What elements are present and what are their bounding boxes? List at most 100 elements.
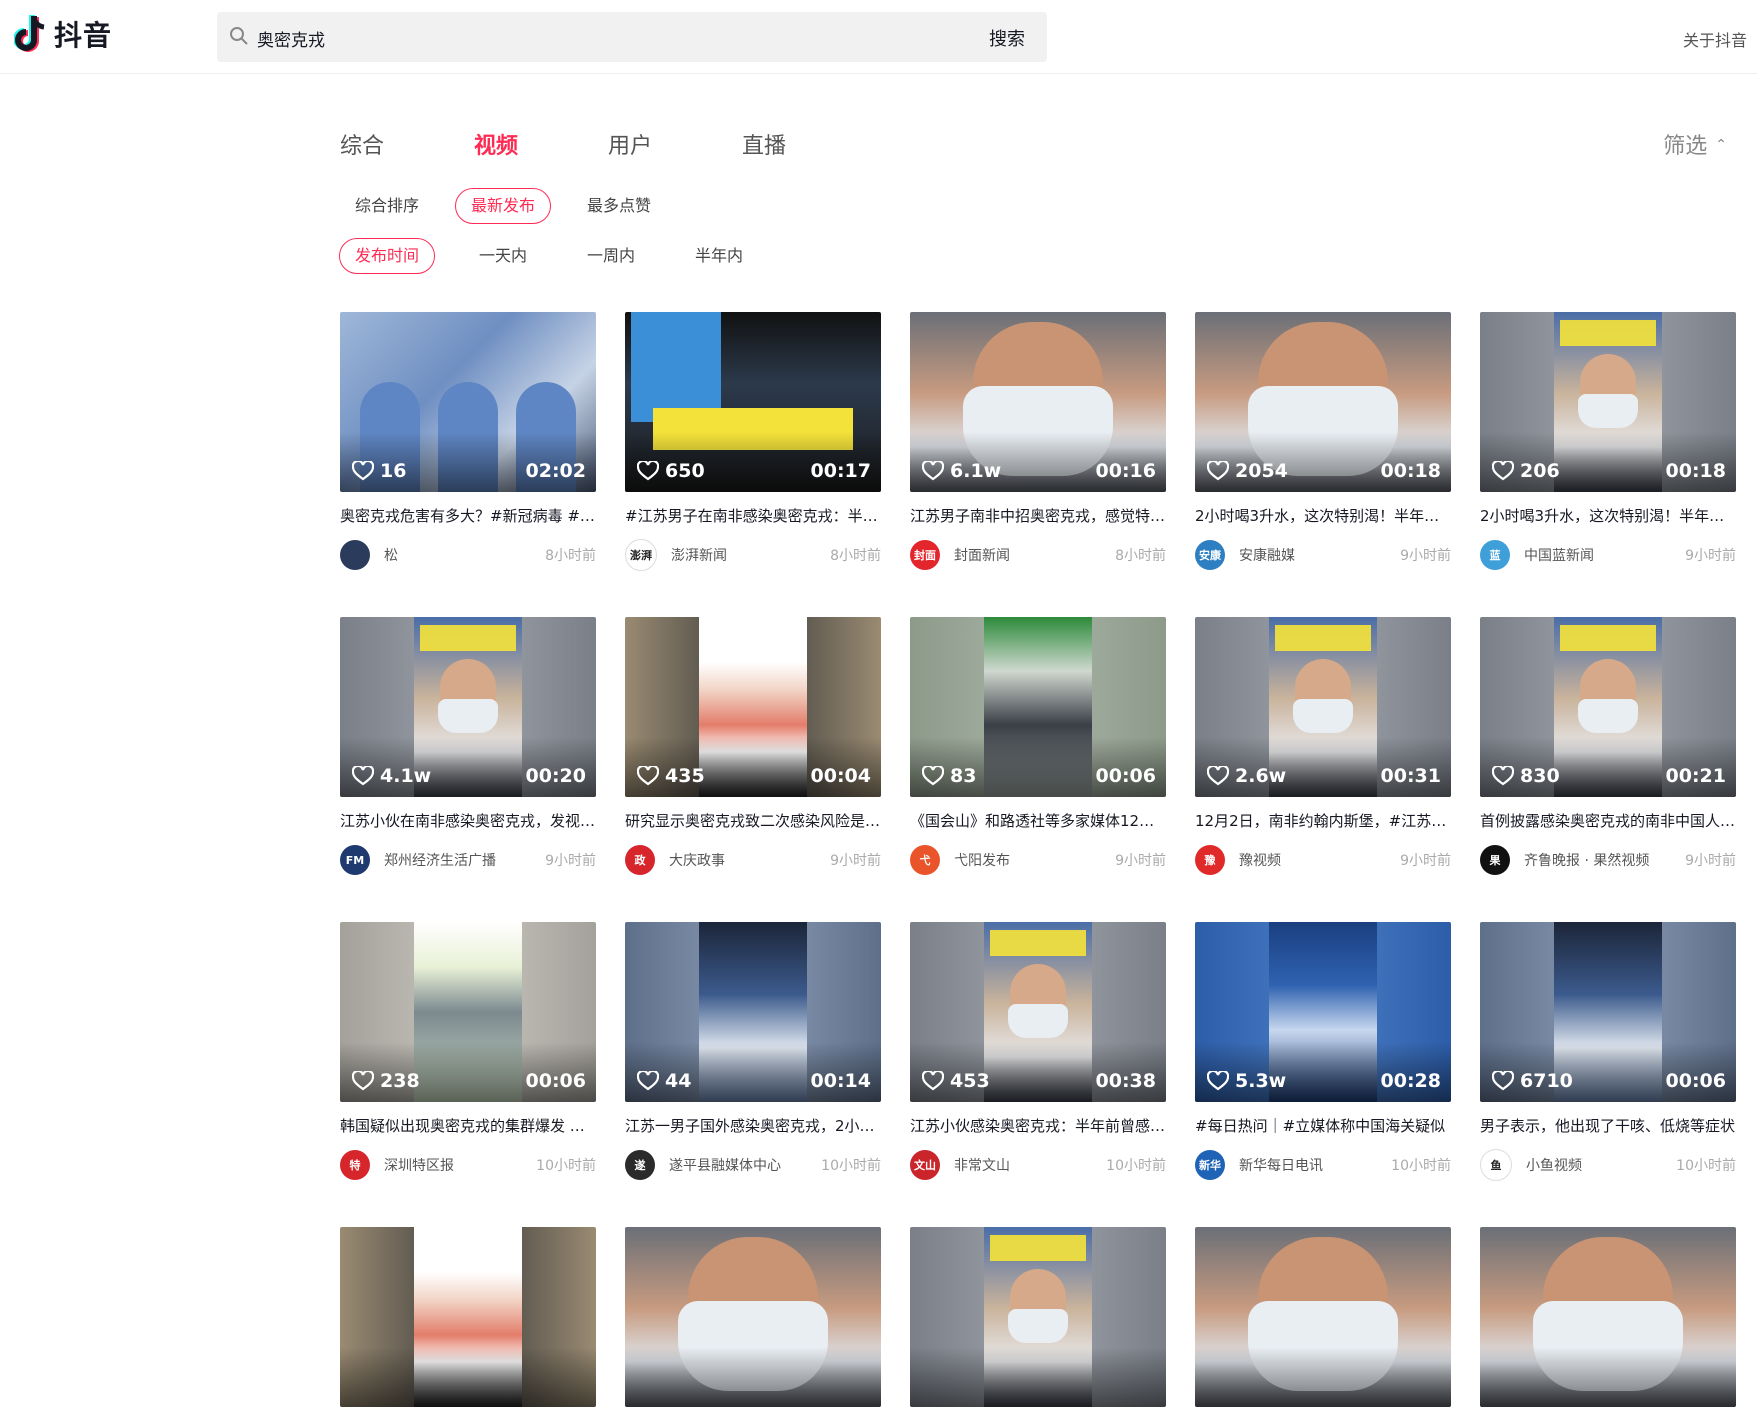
video-card[interactable] <box>1195 1227 1451 1407</box>
video-title[interactable]: 奥密克戎危害有多大？#新冠病毒 #奥密克戎 <box>340 505 596 526</box>
video-title[interactable]: 2小时喝3升水，这次特别渴！半年前曾感染 <box>1195 505 1451 526</box>
tab-3[interactable]: 直播 <box>742 128 876 160</box>
author-name[interactable]: 澎湃新闻 <box>671 545 727 565</box>
author-avatar[interactable]: FM <box>340 845 370 875</box>
video-title[interactable]: 江苏一男子国外感染奥密克戎，2小时喝3升水 <box>625 1115 881 1136</box>
video-card[interactable]: 435 00:04 研究显示奥密克戎致二次感染风险是德尔塔3倍政大庆政事 9小时前 <box>625 617 881 875</box>
video-card[interactable]: 83 00:06 《国会山》和路透社等多家媒体12月报道弋弋阳发布 9小时前 <box>910 617 1166 875</box>
author-avatar[interactable]: 澎湃 <box>625 539 657 571</box>
video-card[interactable]: 16 02:02 奥密克戎危害有多大？#新冠病毒 #奥密克戎松 8小时前 <box>340 312 596 570</box>
author-name[interactable]: 郑州经济生活广播 <box>384 850 496 870</box>
tab-2[interactable]: 用户 <box>608 128 742 160</box>
video-title[interactable]: 《国会山》和路透社等多家媒体12月报道 <box>910 810 1166 831</box>
author-name[interactable]: 齐鲁晚报 · 果然视频 <box>1524 850 1649 870</box>
author-avatar[interactable]: 鱼 <box>1480 1149 1512 1181</box>
author-avatar[interactable]: 遂 <box>625 1150 655 1180</box>
video-thumbnail[interactable]: 206 00:18 <box>1480 312 1736 492</box>
video-title[interactable]: 男子表示，他出现了干咳、低烧等症状 <box>1480 1115 1736 1136</box>
time_options-chip-0[interactable]: 发布时间 <box>339 238 436 274</box>
author-name[interactable]: 中国蓝新闻 <box>1524 545 1594 565</box>
sort_options-chip-1[interactable]: 最新发布 <box>455 188 552 224</box>
author-name[interactable]: 松 <box>384 545 398 565</box>
video-thumbnail[interactable]: 44 00:14 <box>625 922 881 1102</box>
video-card[interactable]: 6.1w 00:16 江苏男子南非中招奥密克戎，感觉特别渴 封面 封面新闻 8小时前 <box>910 312 1166 570</box>
video-thumbnail[interactable] <box>910 1227 1166 1407</box>
video-card[interactable]: 830 00:21 首例披露感染奥密克戎的南非中国人讲述果齐鲁晚报 · 果然视频 9小… <box>1480 617 1736 875</box>
about-douyin-link[interactable]: 关于抖音 <box>1683 27 1747 51</box>
author-avatar[interactable]: 蓝 <box>1480 540 1510 570</box>
video-thumbnail[interactable]: 453 00:38 <box>910 922 1166 1102</box>
search-button[interactable]: 搜索 <box>989 25 1025 51</box>
author-avatar[interactable]: 特 <box>340 1150 370 1180</box>
video-title[interactable]: 研究显示奥密克戎致二次感染风险是德尔塔3倍 <box>625 810 881 831</box>
filter-toggle[interactable]: 筛选 ⌃ <box>1663 128 1727 160</box>
video-card[interactable]: 453 00:38 江苏小伙感染奥密克戎：半年前曾感染过新冠文山非常文山 10小时前 <box>910 922 1166 1180</box>
video-thumbnail[interactable]: 2.6w 00:31 <box>1195 617 1451 797</box>
author-avatar[interactable]: 封面 <box>910 540 940 570</box>
video-card[interactable] <box>625 1227 881 1407</box>
video-card[interactable] <box>910 1227 1166 1407</box>
author-name[interactable]: 深圳特区报 <box>384 1155 454 1175</box>
video-thumbnail[interactable]: 6.1w 00:16 <box>910 312 1166 492</box>
author-avatar[interactable]: 豫 <box>1195 845 1225 875</box>
author-name[interactable]: 遂平县融媒体中心 <box>669 1155 781 1175</box>
video-thumbnail[interactable]: 5.3w 00:28 <box>1195 922 1451 1102</box>
author-name[interactable]: 小鱼视频 <box>1526 1155 1582 1175</box>
video-thumbnail[interactable]: 16 02:02 <box>340 312 596 492</box>
video-card[interactable]: 4.1w 00:20 江苏小伙在南非感染奥密克戎，发视频讲述 FM 郑州经济生活广播 9小… <box>340 617 596 875</box>
video-card[interactable]: 6710 00:06 男子表示，他出现了干咳、低烧等症状鱼小鱼视频 10小时前 <box>1480 922 1736 1181</box>
author-avatar[interactable]: 安康 <box>1195 540 1225 570</box>
sort_options-chip-2[interactable]: 最多点赞 <box>571 188 667 224</box>
video-card[interactable] <box>1480 1227 1736 1407</box>
video-thumbnail[interactable]: 83 00:06 <box>910 617 1166 797</box>
video-thumbnail[interactable]: 830 00:21 <box>1480 617 1736 797</box>
tab-0[interactable]: 综合 <box>340 128 474 160</box>
video-thumbnail[interactable]: 435 00:04 <box>625 617 881 797</box>
sort_options-chip-0[interactable]: 综合排序 <box>339 188 435 224</box>
author-avatar[interactable] <box>340 540 370 570</box>
video-card[interactable]: 2054 00:18 2小时喝3升水，这次特别渴！半年前曾感染安康安康融媒 9小时前 <box>1195 312 1451 570</box>
video-card[interactable] <box>340 1227 596 1407</box>
video-thumbnail[interactable]: 650 00:17 <box>625 312 881 492</box>
tab-1[interactable]: 视频 <box>474 128 608 160</box>
video-thumbnail[interactable] <box>340 1227 596 1407</box>
author-name[interactable]: 大庆政事 <box>669 850 725 870</box>
video-thumbnail[interactable]: 4.1w 00:20 <box>340 617 596 797</box>
video-card[interactable]: 650 00:17 #江苏男子在南非感染奥密克戎：半年前曾感染澎湃澎湃新闻 8小时前 <box>625 312 881 571</box>
author-name[interactable]: 弋阳发布 <box>954 850 1010 870</box>
search-input[interactable] <box>255 12 959 64</box>
video-card[interactable]: 206 00:18 2小时喝3升水，这次特别渴！半年前曾感染蓝中国蓝新闻 9小时前 <box>1480 312 1736 570</box>
author-name[interactable]: 豫视频 <box>1239 850 1281 870</box>
douyin-logo[interactable]: 抖音 <box>14 14 112 54</box>
author-name[interactable]: 安康融媒 <box>1239 545 1295 565</box>
video-title[interactable]: 江苏小伙感染奥密克戎：半年前曾感染过新冠 <box>910 1115 1166 1136</box>
author-avatar[interactable]: 新华 <box>1195 1150 1225 1180</box>
video-thumbnail[interactable] <box>1195 1227 1451 1407</box>
author-name[interactable]: 非常文山 <box>954 1155 1010 1175</box>
time_options-chip-1[interactable]: 一天内 <box>463 238 543 274</box>
video-thumbnail[interactable]: 238 00:06 <box>340 922 596 1102</box>
video-card[interactable]: 238 00:06 韩国疑似出现奥密克戎的集群爆发 #新冠特深圳特区报 10小时前 <box>340 922 596 1180</box>
video-thumbnail[interactable] <box>1480 1227 1736 1407</box>
video-card[interactable]: 44 00:14 江苏一男子国外感染奥密克戎，2小时喝3升水遂遂平县融媒体中心 10小… <box>625 922 881 1180</box>
video-title[interactable]: 12月2日，南非约翰内斯堡，#江苏男子 <box>1195 810 1451 831</box>
video-title[interactable]: #每日热问｜#立媒体称中国海关疑似 <box>1195 1115 1451 1136</box>
time_options-chip-3[interactable]: 半年内 <box>679 238 759 274</box>
author-name[interactable]: 新华每日电讯 <box>1239 1155 1323 1175</box>
video-card[interactable]: 2.6w 00:31 12月2日，南非约翰内斯堡，#江苏男子豫豫视频 9小时前 <box>1195 617 1451 875</box>
author-avatar[interactable]: 果 <box>1480 845 1510 875</box>
video-title[interactable]: 江苏小伙在南非感染奥密克戎，发视频讲述 <box>340 810 596 831</box>
video-title[interactable]: 江苏男子南非中招奥密克戎，感觉特别渴 <box>910 505 1166 526</box>
video-thumbnail[interactable] <box>625 1227 881 1407</box>
video-title[interactable]: 2小时喝3升水，这次特别渴！半年前曾感染 <box>1480 505 1736 526</box>
time_options-chip-2[interactable]: 一周内 <box>571 238 651 274</box>
author-avatar[interactable]: 文山 <box>910 1150 940 1180</box>
video-card[interactable]: 5.3w 00:28 #每日热问｜#立媒体称中国海关疑似 新华 新华每日电讯 10小时前 <box>1195 922 1451 1180</box>
author-avatar[interactable]: 政 <box>625 845 655 875</box>
video-thumbnail[interactable]: 2054 00:18 <box>1195 312 1451 492</box>
video-title[interactable]: 首例披露感染奥密克戎的南非中国人讲述 <box>1480 810 1736 831</box>
author-name[interactable]: 封面新闻 <box>954 545 1010 565</box>
video-thumbnail[interactable]: 6710 00:06 <box>1480 922 1736 1102</box>
video-title[interactable]: 韩国疑似出现奥密克戎的集群爆发 #新冠 <box>340 1115 596 1136</box>
author-avatar[interactable]: 弋 <box>910 845 940 875</box>
